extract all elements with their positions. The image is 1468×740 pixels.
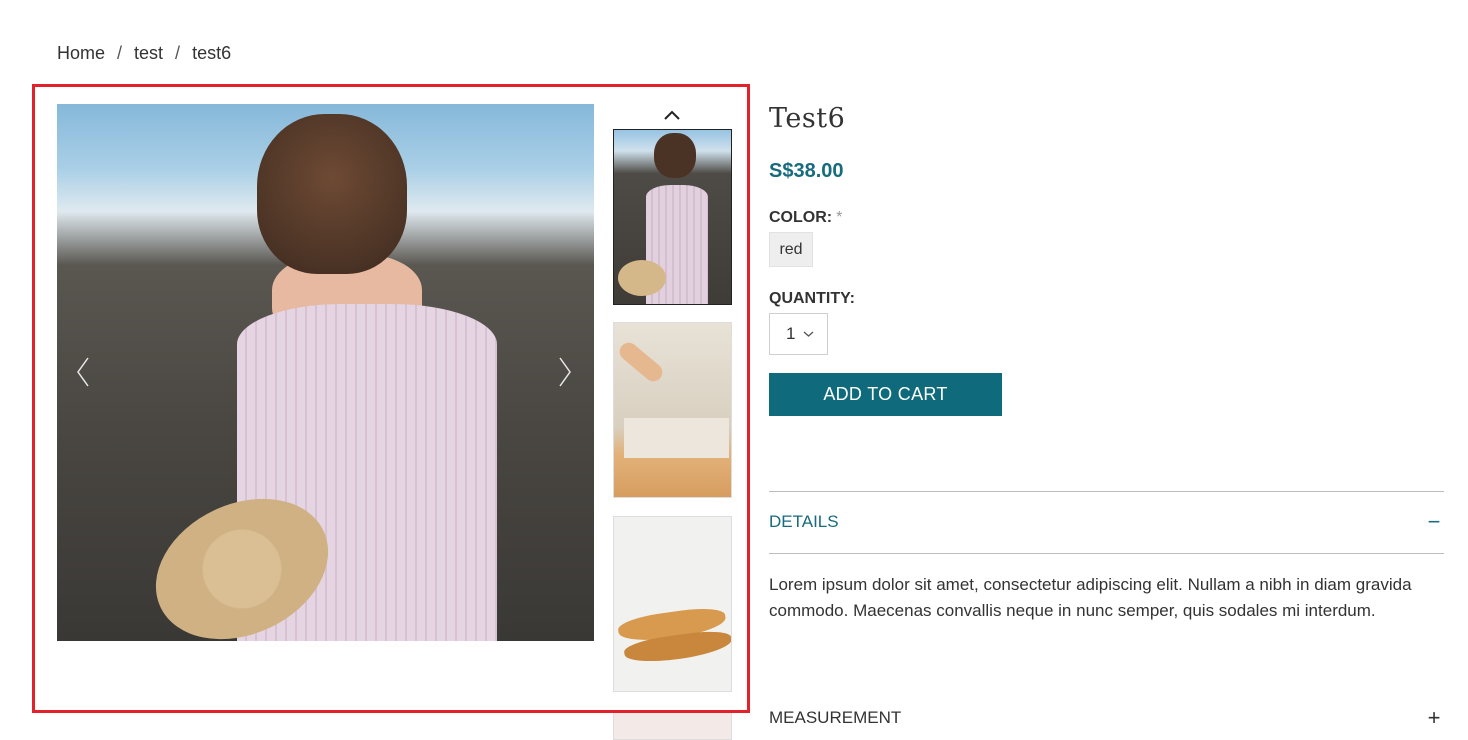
accordion-measurement-header[interactable]: MEASUREMENT +: [769, 703, 1444, 733]
accordion-measurement-label: MEASUREMENT: [769, 708, 902, 727]
required-mark: *: [836, 209, 843, 226]
breadcrumb-separator: /: [117, 43, 123, 63]
product-title: Test6: [769, 103, 846, 134]
accordion-details-label: DETAILS: [769, 512, 839, 531]
color-label: COLOR: *: [769, 209, 842, 227]
plus-icon: +: [1427, 705, 1441, 730]
product-price: S$38.00: [769, 160, 844, 182]
breadcrumb: Home / test / test6: [57, 43, 231, 64]
gallery-highlight-box: [32, 84, 750, 713]
quantity-select[interactable]: 1: [769, 313, 828, 355]
breadcrumb-separator: /: [175, 43, 181, 63]
color-label-text: COLOR:: [769, 209, 833, 226]
quantity-value: 1: [786, 324, 796, 343]
quantity-label: QUANTITY:: [769, 290, 855, 307]
thumbnail-partial[interactable]: [613, 710, 732, 740]
breadcrumb-current: test6: [192, 43, 232, 63]
color-option-red[interactable]: red: [769, 232, 813, 267]
add-to-cart-button[interactable]: ADD TO CART: [769, 373, 1002, 416]
chevron-down-icon: [804, 331, 814, 337]
breadcrumb-home-link[interactable]: Home: [57, 43, 105, 63]
accordion-divider: [769, 491, 1444, 492]
details-description: Lorem ipsum dolor sit amet, consectetur …: [769, 575, 1412, 620]
accordion-details-header[interactable]: DETAILS −: [769, 507, 1444, 537]
breadcrumb-test-link[interactable]: test: [134, 43, 163, 63]
accordion-divider: [769, 553, 1444, 554]
minus-icon: −: [1427, 509, 1441, 534]
